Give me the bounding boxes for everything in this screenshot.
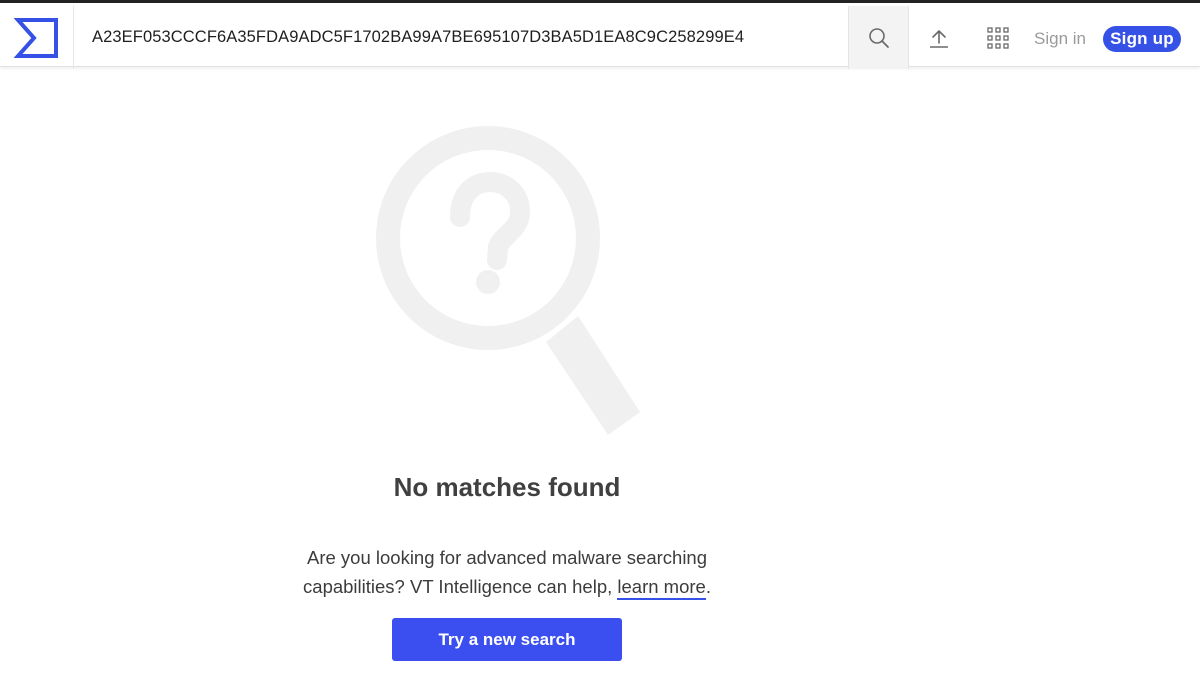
help-message: Are you looking for advanced malware sea… — [280, 543, 734, 601]
no-results-illustration — [370, 122, 650, 442]
try-new-search-button[interactable]: Try a new search — [392, 618, 622, 661]
no-matches-heading: No matches found — [393, 472, 621, 502]
learn-more-link[interactable]: learn more — [617, 576, 706, 600]
search-icon — [868, 27, 889, 48]
logo-link[interactable] — [0, 6, 74, 69]
apps-grid-icon — [987, 26, 1009, 49]
upload-icon — [930, 29, 948, 48]
search-button[interactable] — [848, 6, 909, 69]
upload-button[interactable] — [910, 6, 968, 69]
virustotal-logo-icon — [13, 17, 58, 58]
magnifier-question-icon — [376, 126, 640, 435]
apps-button[interactable] — [970, 6, 1026, 69]
sign-in-link[interactable]: Sign in — [1034, 29, 1086, 49]
help-message-period: . — [705, 576, 711, 597]
sign-up-button[interactable]: Sign up — [1103, 26, 1181, 52]
search-input[interactable] — [75, 6, 848, 69]
top-navigation-bar: Sign in Sign up — [0, 0, 1200, 69]
